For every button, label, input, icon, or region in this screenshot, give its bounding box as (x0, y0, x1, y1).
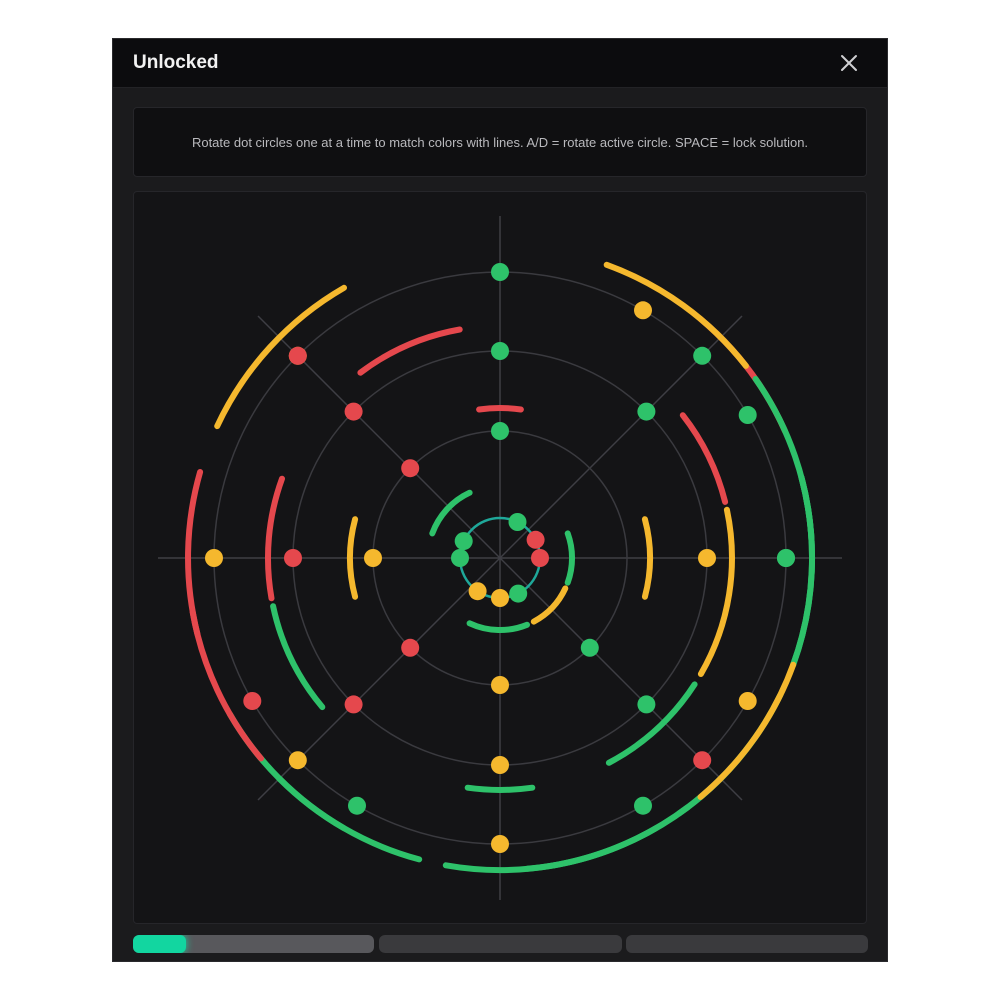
ring-3-dot-4 (637, 695, 656, 714)
ring-1-dot-6 (468, 582, 487, 601)
ring-2-dot-2 (580, 638, 599, 657)
progress-segment-2 (379, 935, 622, 953)
ring-5-arc-1 (603, 261, 749, 369)
progress-segment-3 (626, 935, 868, 953)
ring-3-dot-5 (491, 756, 509, 774)
ring-4-arc-3 (676, 691, 784, 817)
ring-5-dot-5 (738, 692, 757, 710)
ring-5-dot-3 (738, 406, 757, 424)
ring-4-dot-4 (693, 751, 712, 770)
ring-5-arc-3 (790, 474, 815, 668)
ring-3-arc-1 (357, 326, 463, 376)
ring-1-dot-8 (454, 532, 473, 551)
title-bar: Unlocked (113, 39, 887, 88)
ring-5-dot-7 (243, 692, 262, 710)
instructions-panel: Rotate dot circles one at a time to matc… (133, 107, 867, 177)
ring-2-dot-6 (401, 459, 420, 478)
ring-3-dot-6 (344, 695, 363, 714)
ring-1-dot-1 (508, 513, 527, 531)
ring-3-dot-7 (284, 549, 302, 567)
ring-5-arc-6 (276, 775, 423, 863)
ring-5-dot-4 (777, 549, 795, 567)
ring-1-arc-4 (429, 489, 473, 537)
ring-5-dot-1 (634, 301, 652, 320)
ring-3-arc-4 (605, 681, 698, 766)
ring-5-dot-8 (348, 796, 366, 815)
ring-3-dot-1 (491, 342, 509, 360)
ring-1-arc-2 (466, 620, 530, 634)
instructions-text: Rotate dot circles one at a time to matc… (191, 134, 809, 150)
ring-5-dot-6 (634, 796, 652, 815)
ring-3-dot-2 (637, 402, 656, 421)
ring-4-arc-8 (214, 284, 347, 430)
ring-3-arc-2 (679, 412, 729, 505)
progress-fill-1 (133, 935, 187, 953)
rings-canvas[interactable] (134, 192, 867, 924)
ring-5-arc-7 (189, 609, 264, 762)
ring-5-arc-4 (697, 661, 797, 800)
progress-segment-1 (133, 935, 374, 953)
ring-4-dot-2 (693, 346, 712, 365)
puzzle-board[interactable] (133, 191, 867, 924)
ring-3-arc-6 (270, 603, 326, 711)
ring-4-arc-7 (185, 469, 204, 637)
ring-2-arc-1 (476, 405, 524, 413)
ring-5-arc-5 (524, 804, 691, 872)
ring-4-dot-1 (491, 263, 509, 281)
ring-1-dot-7 (451, 549, 469, 567)
ring-3-arc-5 (464, 784, 536, 793)
ring-1-dot-4 (509, 584, 528, 603)
close-icon[interactable] (837, 51, 861, 75)
ring-2-dot-5 (364, 549, 382, 567)
ring-4-dot-5 (491, 835, 509, 853)
ring-5-dot-2 (288, 346, 307, 365)
ring-4-dot-7 (205, 549, 223, 567)
ring-3-dot-3 (698, 549, 716, 567)
ring-1-dot-2 (526, 530, 545, 549)
ring-1-arc-1 (530, 585, 569, 625)
ring-4-dot-6 (288, 751, 307, 770)
ring-3-dot-8 (344, 402, 363, 421)
ring-1-dot-5 (491, 589, 509, 607)
ring-2-dot-4 (401, 638, 420, 657)
ring-3-arc-7 (265, 475, 285, 602)
ring-1-dot-3 (531, 549, 549, 567)
ring-2-dot-3 (491, 676, 509, 694)
ring-2-dot-1 (491, 422, 509, 440)
puzzle-window: Unlocked Rotate dot circles one at a tim… (112, 38, 888, 962)
window-title: Unlocked (133, 52, 219, 73)
